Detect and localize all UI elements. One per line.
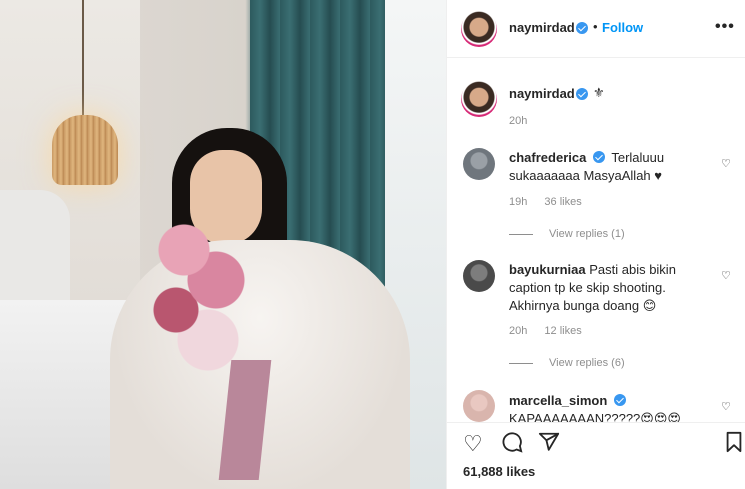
bookmark-icon[interactable] [725,431,743,459]
comment-username[interactable]: marcella_simon [509,393,607,408]
follow-button[interactable]: Follow [602,20,643,35]
comment-likes[interactable]: 36 likes [544,196,581,208]
verified-badge-icon [592,151,605,163]
pendant-lamp [52,115,118,185]
post-photo[interactable] [0,0,446,489]
caption-avatar[interactable] [461,81,497,117]
comment-item: chafrederica Terlaluuu sukaaaaaaa MasyaA… [509,149,709,185]
comment-item: marcella_simon KAPAAAAAAAN?????😍😍😍 [509,392,709,422]
caption-text: ⚜ [593,85,605,100]
view-replies-button[interactable]: View replies (6) [509,357,625,369]
post-header: naymirdad • Follow ••• [447,0,745,58]
more-options-icon[interactable]: ••• [715,18,735,36]
caption-time: 20h [509,115,528,127]
verified-badge-icon [576,22,588,34]
view-replies-label[interactable]: View replies (1) [549,228,625,240]
replies-line [509,362,533,364]
comment-text: KAPAAAAAAAN?????😍😍😍 [509,411,681,422]
author-avatar[interactable] [461,11,497,47]
verified-badge-icon [576,88,588,100]
comment-meta: 19h 36 likes [509,196,596,208]
comment-time: 20h [509,325,528,337]
comment-likes[interactable]: 12 likes [544,325,581,337]
lamp-cord [82,0,84,118]
share-icon[interactable] [538,431,560,459]
view-replies-label[interactable]: View replies (6) [549,357,625,369]
commenter-avatar[interactable] [463,148,495,180]
comment-item: bayukurniaa Pasti abis bikin caption tp … [509,261,709,315]
comment-like-icon[interactable]: ♡ [721,157,731,170]
comment-meta: 20h 12 likes [509,325,596,337]
comment-like-icon[interactable]: ♡ [721,269,731,282]
separator-dot: • [593,19,598,34]
replies-line [509,233,533,235]
heart-icon[interactable]: ♡ [463,431,483,457]
likes-count[interactable]: 61,888 likes [463,464,535,479]
comment-username[interactable]: bayukurniaa [509,262,586,277]
caption-username[interactable]: naymirdad [509,86,575,101]
comments-list[interactable]: naymirdad ⚜ 20h chafrederica Terlaluuu s… [447,59,745,422]
author-username[interactable]: naymirdad [509,20,575,35]
comment-username[interactable]: chafrederica [509,150,586,165]
post-side-panel: naymirdad • Follow ••• naymirdad ⚜ 20h c… [446,0,745,489]
commenter-avatar[interactable] [463,390,495,422]
comment-icon[interactable] [501,431,523,459]
commenter-avatar[interactable] [463,260,495,292]
verified-badge-icon [613,394,626,406]
view-replies-button[interactable]: View replies (1) [509,228,625,240]
comment-like-icon[interactable]: ♡ [721,400,731,413]
comment-time: 19h [509,196,528,208]
post-actions-bar: ♡ 61,888 likes [447,422,745,489]
